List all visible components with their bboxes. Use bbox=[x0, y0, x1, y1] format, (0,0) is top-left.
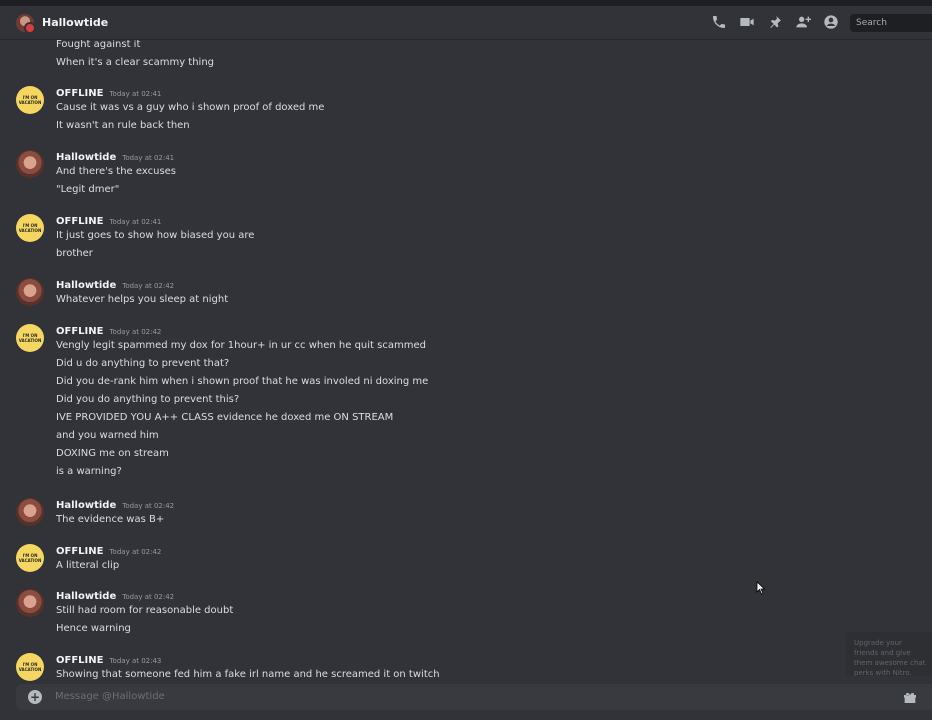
offline-avatar[interactable]: I'M ON VACATION bbox=[16, 544, 44, 572]
message-author[interactable]: OFFLINE Today at 02:41 bbox=[56, 88, 161, 99]
message-text: The evidence was B+ bbox=[56, 514, 165, 525]
avatar-badge-text: I'M ON VACATION bbox=[18, 95, 42, 105]
message-text: And there's the excuses bbox=[56, 166, 177, 177]
message-timestamp: Today at 02:41 bbox=[109, 218, 162, 226]
message-timestamp: Today at 02:42 bbox=[109, 328, 162, 336]
message-timestamp: Today at 02:42 bbox=[122, 502, 175, 510]
nitro-toast[interactable]: Upgrade your friends and give them aweso… bbox=[846, 632, 932, 676]
message-timestamp: Today at 02:41 bbox=[109, 90, 162, 98]
message-author[interactable]: Hallowtide Today at 02:42 bbox=[56, 591, 174, 602]
message-author[interactable]: Hallowtide Today at 02:42 bbox=[56, 500, 174, 511]
add-friend-icon[interactable] bbox=[794, 13, 812, 31]
avatar-badge-text: I'M ON VACATION bbox=[18, 223, 42, 233]
attach-plus-icon[interactable]: + bbox=[28, 690, 42, 704]
message-text: is a warning? bbox=[56, 466, 122, 477]
message-text: Did u do anything to prevent that? bbox=[56, 358, 230, 369]
message-text: Showing that someone fed him a fake irl … bbox=[56, 669, 440, 680]
message-text: Cause it was vs a guy who i shown proof … bbox=[56, 102, 325, 113]
message-text: A litteral clip bbox=[56, 560, 120, 571]
header-toolbar bbox=[710, 13, 840, 31]
message-author[interactable]: OFFLINE Today at 02:42 bbox=[56, 326, 161, 337]
message-author[interactable]: Hallowtide Today at 02:41 bbox=[56, 152, 174, 163]
message-author[interactable]: OFFLINE Today at 02:41 bbox=[56, 216, 161, 227]
search-input[interactable]: Search bbox=[850, 14, 932, 32]
dm-title[interactable]: Hallowtide bbox=[42, 16, 108, 29]
message-author[interactable]: OFFLINE Today at 02:42 bbox=[56, 546, 161, 557]
avatar-badge-text: I'M ON VACATION bbox=[18, 553, 42, 563]
message-text: and you warned him bbox=[56, 430, 159, 441]
message-text: Did you de-rank him when i shown proof t… bbox=[56, 376, 429, 387]
message-timestamp: Today at 02:42 bbox=[109, 548, 162, 556]
message-text: Still had room for reasonable doubt bbox=[56, 605, 234, 616]
hallowtide-avatar[interactable] bbox=[16, 589, 44, 617]
mouse-cursor-icon bbox=[756, 580, 766, 595]
offline-avatar[interactable]: I'M ON VACATION bbox=[16, 653, 44, 681]
message-text: IVE PROVIDED YOU A++ CLASS evidence he d… bbox=[56, 412, 394, 423]
profile-icon[interactable] bbox=[822, 13, 840, 31]
message-composer[interactable]: + Message @Hallowtide bbox=[16, 684, 932, 710]
pin-icon[interactable] bbox=[766, 13, 784, 31]
message-timestamp: Today at 02:42 bbox=[122, 593, 175, 601]
video-icon[interactable] bbox=[738, 13, 756, 31]
header-avatar[interactable] bbox=[16, 13, 36, 34]
hallowtide-avatar[interactable] bbox=[16, 278, 44, 306]
message-timestamp: Today at 02:42 bbox=[122, 282, 175, 290]
dm-header: Hallowtide Search bbox=[0, 6, 932, 40]
message-text: It just goes to show how biased you are bbox=[56, 230, 255, 241]
message-text: It wasn't an rule back then bbox=[56, 120, 190, 131]
call-icon[interactable] bbox=[710, 13, 728, 31]
message-text: Fought against it bbox=[56, 40, 141, 50]
message-input[interactable]: Message @Hallowtide bbox=[55, 691, 165, 702]
message-text: DOXING me on stream bbox=[56, 448, 169, 459]
hallowtide-avatar[interactable] bbox=[16, 498, 44, 526]
message-text: Did you do anything to prevent this? bbox=[56, 394, 240, 405]
message-text: brother bbox=[56, 248, 93, 259]
hallowtide-avatar[interactable] bbox=[16, 150, 44, 178]
message-list: Fought against it When it's a clear scam… bbox=[0, 40, 932, 684]
offline-avatar[interactable]: I'M ON VACATION bbox=[16, 214, 44, 242]
avatar-badge-text: I'M ON VACATION bbox=[18, 662, 42, 672]
message-text: Hence warning bbox=[56, 623, 131, 634]
message-text: "Legit dmer" bbox=[56, 184, 120, 195]
offline-avatar[interactable]: I'M ON VACATION bbox=[16, 324, 44, 352]
offline-avatar[interactable]: I'M ON VACATION bbox=[16, 86, 44, 114]
gift-icon[interactable] bbox=[902, 689, 918, 705]
message-timestamp: Today at 02:41 bbox=[122, 154, 175, 162]
message-author[interactable]: OFFLINE Today at 02:43 bbox=[56, 655, 161, 666]
message-text: Whatever helps you sleep at night bbox=[56, 294, 229, 305]
message-text: Vengly legit spammed my dox for 1hour+ i… bbox=[56, 340, 426, 351]
message-timestamp: Today at 02:43 bbox=[109, 657, 162, 665]
message-text: When it's a clear scammy thing bbox=[56, 57, 215, 68]
message-author[interactable]: Hallowtide Today at 02:42 bbox=[56, 280, 174, 291]
avatar-badge-text: I'M ON VACATION bbox=[18, 333, 42, 343]
